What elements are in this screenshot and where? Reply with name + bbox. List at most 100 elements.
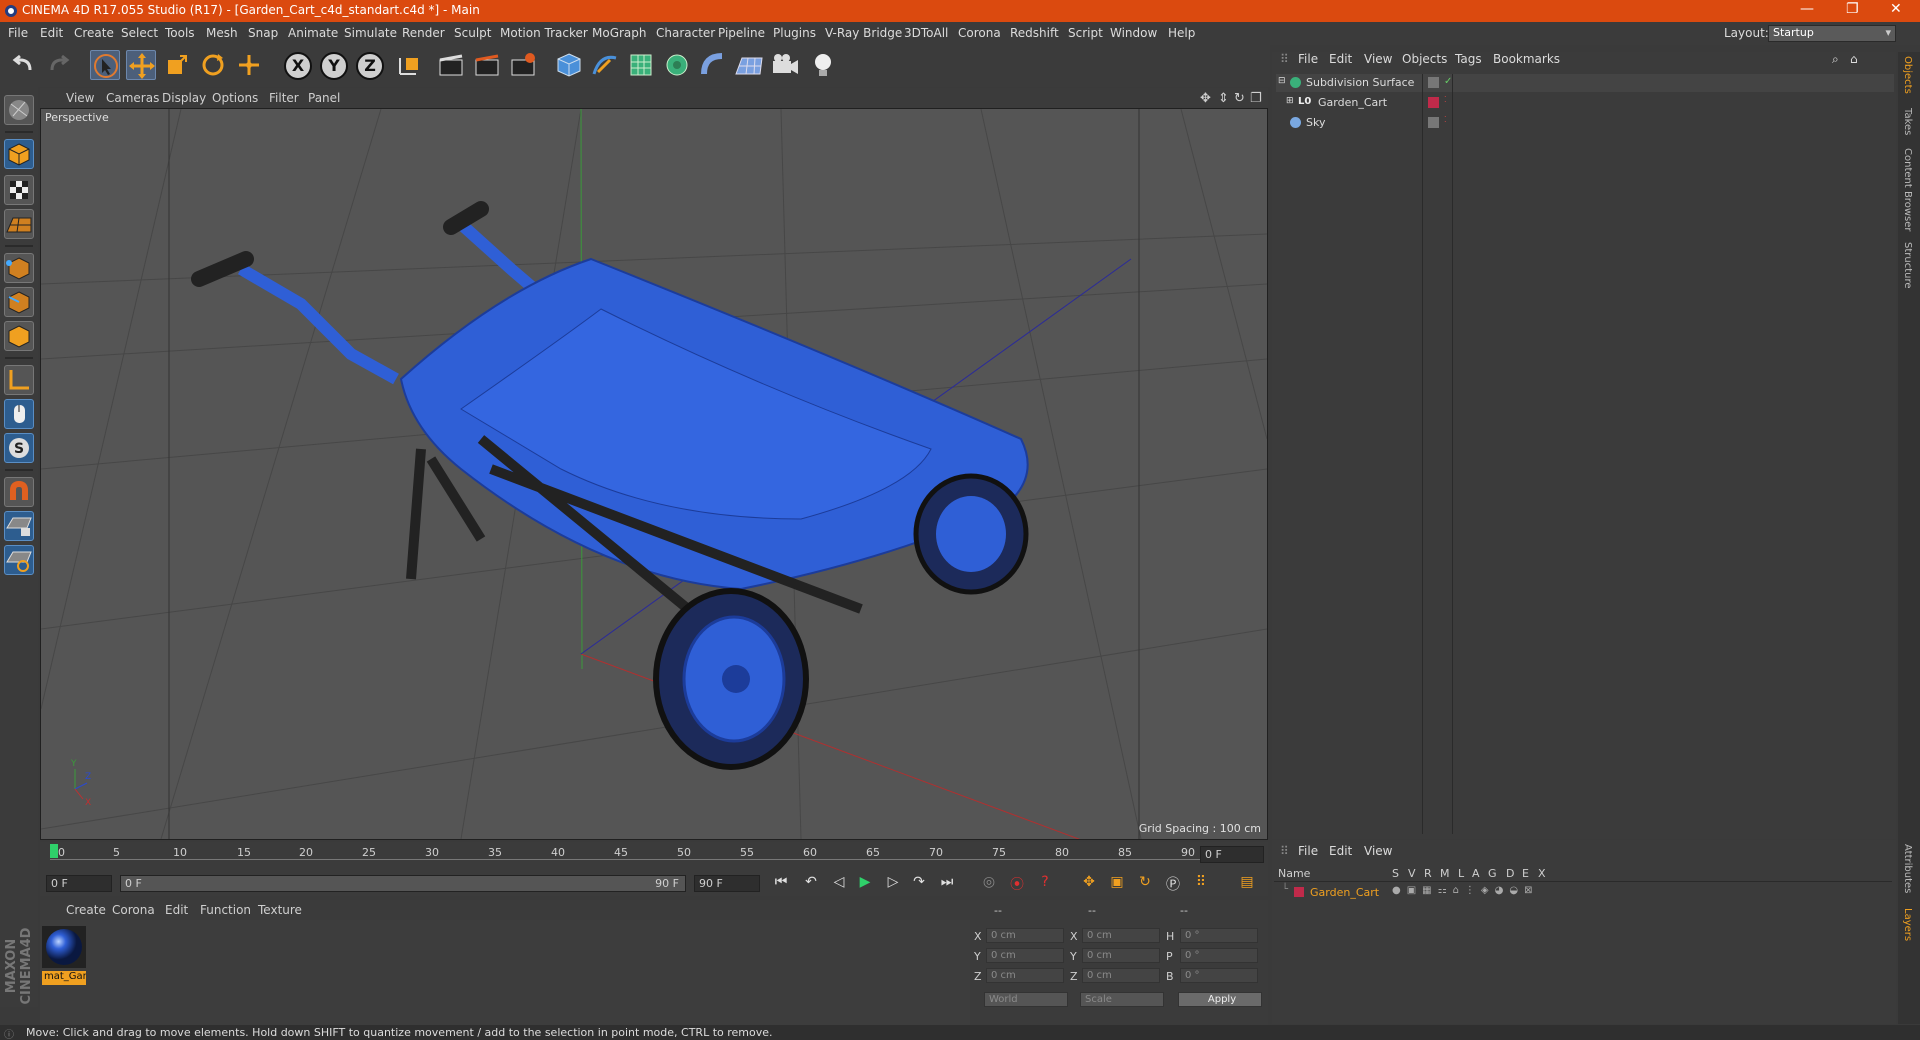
menu-pipeline[interactable]: Pipeline [718, 26, 765, 40]
material-menu-function[interactable]: Function [200, 903, 251, 917]
tab-content-browser[interactable]: Content Browser [1902, 148, 1913, 231]
points-mode-button[interactable] [4, 253, 34, 283]
move-tool-button[interactable] [126, 50, 156, 80]
previous-frame-icon[interactable]: ◁ [828, 874, 850, 894]
material-menu-texture[interactable]: Texture [258, 903, 302, 917]
visibility-dots-icon[interactable]: ⁚ [1444, 95, 1447, 104]
layout-select[interactable]: Startup ▾ [1768, 25, 1896, 42]
size-z-field[interactable]: 0 cm [1082, 968, 1160, 983]
menu-plugins[interactable]: Plugins [773, 26, 816, 40]
make-editable-button[interactable] [4, 95, 34, 125]
objects-menu-edit[interactable]: Edit [1329, 52, 1352, 68]
redo-button[interactable] [44, 50, 74, 80]
previous-key-icon[interactable]: ↶ [800, 874, 822, 894]
menu-edit[interactable]: Edit [40, 26, 63, 40]
apply-button[interactable]: Apply [1178, 992, 1262, 1007]
parameter-key-icon[interactable]: Ⓟ [1162, 874, 1184, 894]
render-settings-button[interactable] [508, 50, 538, 80]
light-button[interactable] [808, 50, 838, 80]
layer-color-swatch[interactable] [1428, 77, 1439, 88]
restore-icon[interactable]: ❐ [1846, 1, 1859, 17]
rotation-p-field[interactable]: 0 ° [1180, 948, 1258, 963]
collapse-toggle-icon[interactable]: ⊟ [1278, 76, 1286, 86]
layer-flag-icons[interactable]: ●▣▦⚏⌂⋮◈◕◒⊠ [1392, 885, 1538, 896]
menu-character[interactable]: Character [656, 26, 715, 40]
objects-menu-file[interactable]: File [1298, 52, 1318, 68]
preview-range-slider[interactable]: 0 F 90 F [120, 875, 686, 892]
tab-layers[interactable]: Layers [1902, 908, 1913, 941]
menu-3dtoall[interactable]: 3DToAll [904, 26, 948, 40]
position-y-field[interactable]: 0 cm [986, 948, 1064, 963]
go-to-start-icon[interactable]: ⏮ [770, 874, 792, 894]
visibility-dots-icon[interactable]: ⁚ [1444, 115, 1447, 124]
position-z-field[interactable]: 0 cm [986, 968, 1064, 983]
rotation-b-field[interactable]: 0 ° [1180, 968, 1258, 983]
next-key-icon[interactable]: ↷ [908, 874, 930, 894]
menu-tools[interactable]: Tools [165, 26, 195, 40]
objects-menu-tags[interactable]: Tags [1455, 52, 1482, 68]
menu-script[interactable]: Script [1068, 26, 1103, 40]
material-swatch[interactable]: mat_Gar [42, 926, 86, 985]
array-button[interactable] [662, 50, 692, 80]
tweak-mode-button[interactable] [4, 399, 34, 429]
workplane-mode-button[interactable] [4, 209, 34, 239]
close-icon[interactable]: ✕ [1890, 1, 1902, 17]
perspective-viewport[interactable]: Perspective Y Z X Grid Spacing: 100 cm [40, 108, 1268, 840]
next-frame-icon[interactable]: ▷ [882, 874, 904, 894]
play-forward-icon[interactable]: ▶ [854, 874, 876, 894]
menu-redshift[interactable]: Redshift [1010, 26, 1059, 40]
menu-mesh[interactable]: Mesh [206, 26, 238, 40]
viewport-zoom-icon[interactable]: ⇕ [1218, 91, 1229, 106]
tab-structure[interactable]: Structure [1902, 242, 1913, 289]
viewport-maximize-icon[interactable]: ❐ [1250, 91, 1262, 106]
menu-vray-bridge[interactable]: V-Ray Bridge [825, 26, 902, 40]
cube-primitive-button[interactable] [554, 50, 584, 80]
viewport-rotate-icon[interactable]: ↻ [1234, 91, 1245, 106]
search-icon[interactable]: ⌕ [1832, 52, 1839, 68]
menu-select[interactable]: Select [121, 26, 158, 40]
viewport-pan-icon[interactable]: ✥ [1200, 91, 1211, 106]
current-frame-field[interactable]: 0 F [1200, 846, 1264, 863]
keyframe-selection-icon[interactable]: ? [1034, 874, 1056, 894]
viewport-menu-options[interactable]: Options [212, 91, 258, 105]
model-mode-button[interactable] [4, 139, 34, 169]
workplane-lock-button[interactable] [4, 511, 34, 541]
undo-button[interactable] [8, 50, 38, 80]
end-frame-field[interactable]: 90 F [694, 875, 760, 892]
viewport-menu-filter[interactable]: Filter [269, 91, 299, 105]
menu-window[interactable]: Window [1110, 26, 1157, 40]
layers-menu-edit[interactable]: Edit [1329, 844, 1352, 860]
polygons-mode-button[interactable] [4, 321, 34, 351]
menu-corona[interactable]: Corona [958, 26, 1001, 40]
menu-create[interactable]: Create [74, 26, 114, 40]
playhead[interactable] [50, 844, 58, 858]
transform-tool-button[interactable] [234, 50, 264, 80]
tab-takes[interactable]: Takes [1902, 108, 1913, 135]
autokey-icon[interactable]: ⦿ [1006, 874, 1028, 894]
tab-objects[interactable]: Objects [1902, 56, 1913, 94]
layer-color-swatch[interactable] [1428, 97, 1439, 108]
live-selection-button[interactable] [90, 50, 120, 80]
render-view-button[interactable] [436, 50, 466, 80]
menu-render[interactable]: Render [402, 26, 445, 40]
rotate-tool-button[interactable] [198, 50, 228, 80]
layer-row-garden-cart[interactable]: └ Garden_Cart ●▣▦⚏⌂⋮◈◕◒⊠ [1274, 884, 1892, 902]
render-to-picture-viewer-button[interactable] [472, 50, 502, 80]
menu-motion-tracker[interactable]: Motion Tracker [500, 26, 588, 40]
timeline-window-icon[interactable]: ▤ [1236, 874, 1258, 894]
x-axis-lock-button[interactable]: X [284, 52, 312, 80]
deformer-button[interactable] [698, 50, 728, 80]
texture-mode-button[interactable] [4, 175, 34, 205]
edges-mode-button[interactable] [4, 287, 34, 317]
y-axis-lock-button[interactable]: Y [320, 52, 348, 80]
subdivision-surface-button[interactable] [626, 50, 656, 80]
menu-sculpt[interactable]: Sculpt [454, 26, 491, 40]
layers-menu-file[interactable]: File [1298, 844, 1318, 860]
pen-spline-button[interactable] [590, 50, 620, 80]
menu-file[interactable]: File [8, 26, 28, 40]
position-x-field[interactable]: 0 cm [986, 928, 1064, 943]
object-row-subdivision-surface[interactable]: ⊟ Subdivision Surface ✓ [1276, 74, 1894, 92]
rotation-key-icon[interactable]: ↻ [1134, 874, 1156, 894]
layer-color-swatch[interactable] [1294, 887, 1304, 897]
camera-button[interactable] [770, 50, 800, 80]
